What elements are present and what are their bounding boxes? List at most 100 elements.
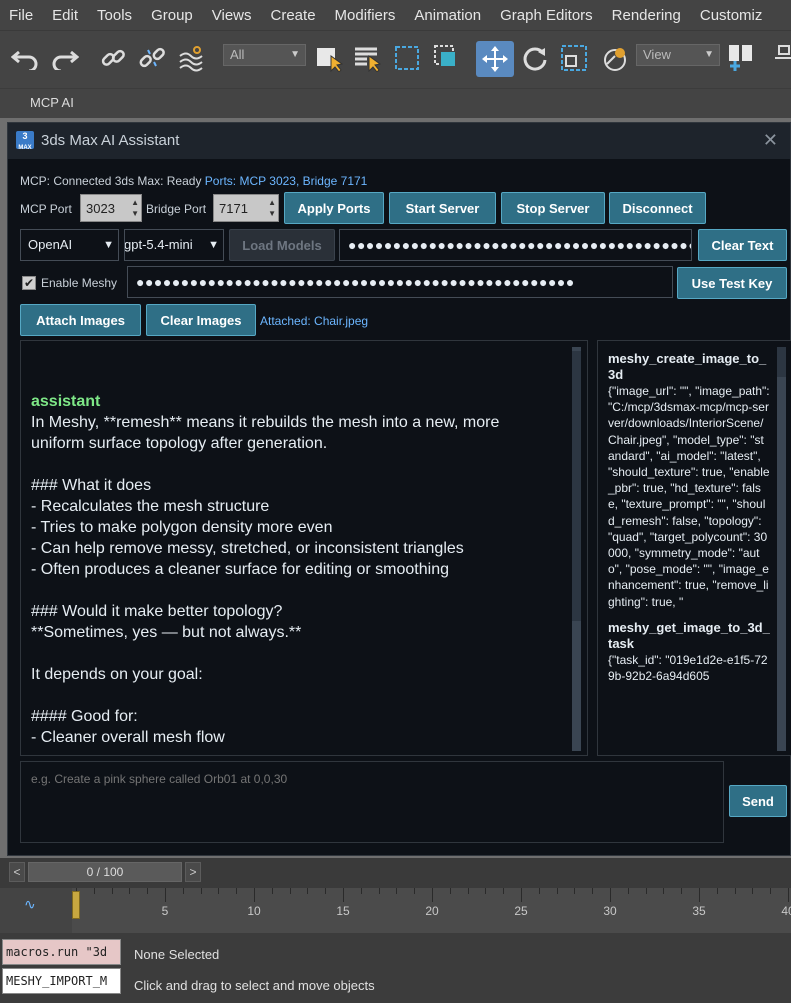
provider-dropdown[interactable]: OpenAI ▼ — [20, 229, 119, 261]
pivot-center-icon[interactable] — [726, 43, 756, 73]
timeline-ruler[interactable]: 0510152025303540 — [72, 888, 791, 933]
time-cursor[interactable] — [72, 891, 80, 919]
start-server-button[interactable]: Start Server — [389, 192, 496, 224]
model-dropdown[interactable]: gpt-5.4-mini ▼ — [124, 229, 224, 261]
chat-output[interactable]: assistant In Meshy, **remesh** means it … — [20, 340, 588, 756]
time-slider[interactable]: 0 / 100 — [28, 862, 182, 882]
time-prev-icon[interactable]: < — [9, 862, 25, 882]
send-button[interactable]: Send — [729, 785, 787, 817]
attached-files-label: Attached: Chair.jpeg — [260, 314, 369, 328]
prompt-hint: Click and drag to select and move object… — [134, 978, 375, 993]
move-icon[interactable] — [476, 41, 514, 77]
3ds-max-app-icon: 3 MAX — [16, 131, 34, 151]
tool-log-scrollbar-thumb[interactable] — [777, 347, 786, 377]
menu-edit[interactable]: Edit — [43, 7, 88, 24]
timeline-track[interactable]: ∿ 0510152025303540 — [0, 888, 791, 933]
ai-assistant-dialog: 3 MAX 3ds Max AI Assistant ✕ MCP: Connect… — [7, 122, 791, 856]
dialog-title: 3ds Max AI Assistant — [41, 132, 180, 149]
menu-animation[interactable]: Animation — [405, 7, 491, 24]
window-crossing-icon[interactable] — [432, 43, 462, 73]
tool-call-args: {"image_url": "", "image_path": "C:/mcp/… — [608, 384, 770, 609]
reference-coordinate-dropdown[interactable]: View ▼ — [636, 44, 720, 66]
dialog-title-bar[interactable]: 3 MAX 3ds Max AI Assistant ✕ — [8, 123, 790, 159]
timeline-tick — [681, 888, 683, 894]
clear-text-button[interactable]: Clear Text — [698, 229, 787, 261]
chat-line: uniform surface topology after generatio… — [31, 435, 328, 452]
curve-editor-icon[interactable]: ∿ — [24, 896, 36, 913]
timeline-tick — [360, 888, 362, 894]
clear-images-button[interactable]: Clear Images — [146, 304, 256, 336]
selection-filter-dropdown[interactable]: All ▼ — [223, 44, 306, 66]
menu-tools[interactable]: Tools — [88, 7, 142, 24]
menu-bar: File Edit Tools Group Views Create Modif… — [0, 0, 791, 30]
close-icon[interactable]: ✕ — [763, 130, 778, 151]
timeline-tick — [165, 888, 166, 902]
menu-rendering[interactable]: Rendering — [603, 7, 691, 24]
redo-icon[interactable] — [50, 43, 80, 73]
chat-line: ### Would it make better topology? — [31, 603, 283, 620]
unlink-icon[interactable] — [137, 43, 167, 73]
timeline-tick — [147, 888, 149, 894]
timeline-tick — [182, 888, 184, 894]
placement-icon[interactable] — [600, 43, 630, 73]
bridge-port-label: Bridge Port — [146, 202, 207, 216]
stop-server-button[interactable]: Stop Server — [501, 192, 605, 224]
menu-graph-editors[interactable]: Graph Editors — [491, 7, 603, 24]
meshy-key-field[interactable]: ●●●●●●●●●●●●●●●●●●●●●●●●●●●●●●●●●●●●●●●●… — [127, 266, 673, 298]
timeline-tick — [467, 888, 469, 894]
apply-ports-button[interactable]: Apply Ports — [284, 192, 384, 224]
timeline-tick — [645, 888, 647, 894]
prompt-input[interactable] — [31, 772, 631, 786]
menu-create[interactable]: Create — [262, 7, 326, 24]
tool-call-log[interactable]: meshy_create_image_to_3d {"image_url": "… — [597, 340, 791, 756]
chat-line — [31, 643, 566, 664]
timeline-tick — [521, 888, 522, 902]
enable-meshy-checkbox[interactable]: ✔ — [22, 276, 36, 290]
maxscript-listener-line[interactable]: MESHY_IMPORT_M — [2, 968, 121, 994]
chat-line: In Meshy, **remesh** means it rebuilds t… — [31, 414, 500, 431]
bridge-port-spinner[interactable]: 7171 ▲ ▼ — [213, 194, 279, 222]
chat-line: **Sometimes, yes — but not always.** — [31, 624, 302, 641]
prompt-input-box[interactable] — [20, 761, 724, 843]
ribbon-tab-mcp-ai[interactable]: MCP AI — [30, 95, 74, 110]
toolbar-overflow-icon[interactable] — [764, 43, 791, 73]
timeline-tick — [592, 888, 594, 894]
api-key-field[interactable]: ●●●●●●●●●●●●●●●●●●●●●●●●●●●●●●●●●●●●●●●●… — [339, 229, 692, 261]
load-models-button[interactable]: Load Models — [229, 229, 335, 261]
menu-file[interactable]: File — [0, 7, 43, 24]
main-toolbar: All ▼ View ▼ — [0, 30, 791, 88]
undo-icon[interactable] — [10, 43, 40, 73]
menu-group[interactable]: Group — [142, 7, 203, 24]
chat-line: - Often produces a cleaner surface for e… — [31, 561, 449, 578]
chat-line: - Cleaner overall mesh flow — [31, 729, 225, 746]
timeline-tick — [699, 888, 700, 902]
mcp-port-label: MCP Port — [20, 202, 72, 216]
timeline-tick — [538, 888, 540, 894]
select-by-name-icon[interactable] — [352, 43, 382, 73]
menu-views[interactable]: Views — [203, 7, 262, 24]
maxscript-listener-line[interactable]: macros.run "3d — [2, 939, 121, 965]
chat-scrollbar-thumb[interactable] — [572, 351, 581, 621]
menu-customize[interactable]: Customiz — [691, 7, 773, 24]
scale-icon[interactable] — [559, 43, 589, 73]
mcp-port-spinner[interactable]: 3023 ▲ ▼ — [80, 194, 142, 222]
disconnect-button[interactable]: Disconnect — [609, 192, 706, 224]
bind-to-space-warp-icon[interactable] — [176, 43, 206, 73]
use-test-key-button[interactable]: Use Test Key — [677, 267, 787, 299]
timeline-tick — [574, 888, 576, 894]
timeline-tick — [449, 888, 451, 894]
link-icon[interactable] — [98, 43, 128, 73]
tool-log-scrollbar[interactable] — [777, 347, 786, 751]
rectangular-selection-icon[interactable] — [392, 43, 422, 73]
menu-modifiers[interactable]: Modifiers — [326, 7, 406, 24]
timeline-tick — [111, 888, 113, 894]
attach-images-button[interactable]: Attach Images — [20, 304, 141, 336]
select-object-icon[interactable] — [314, 43, 344, 73]
time-next-icon[interactable]: > — [185, 862, 201, 882]
timeline-tick-label: 30 — [603, 904, 617, 918]
timeline-tick — [610, 888, 611, 902]
timeline-tick — [129, 888, 131, 894]
selection-status: None Selected — [134, 947, 220, 962]
timeline-tick — [485, 888, 487, 894]
rotate-icon[interactable] — [520, 43, 550, 73]
